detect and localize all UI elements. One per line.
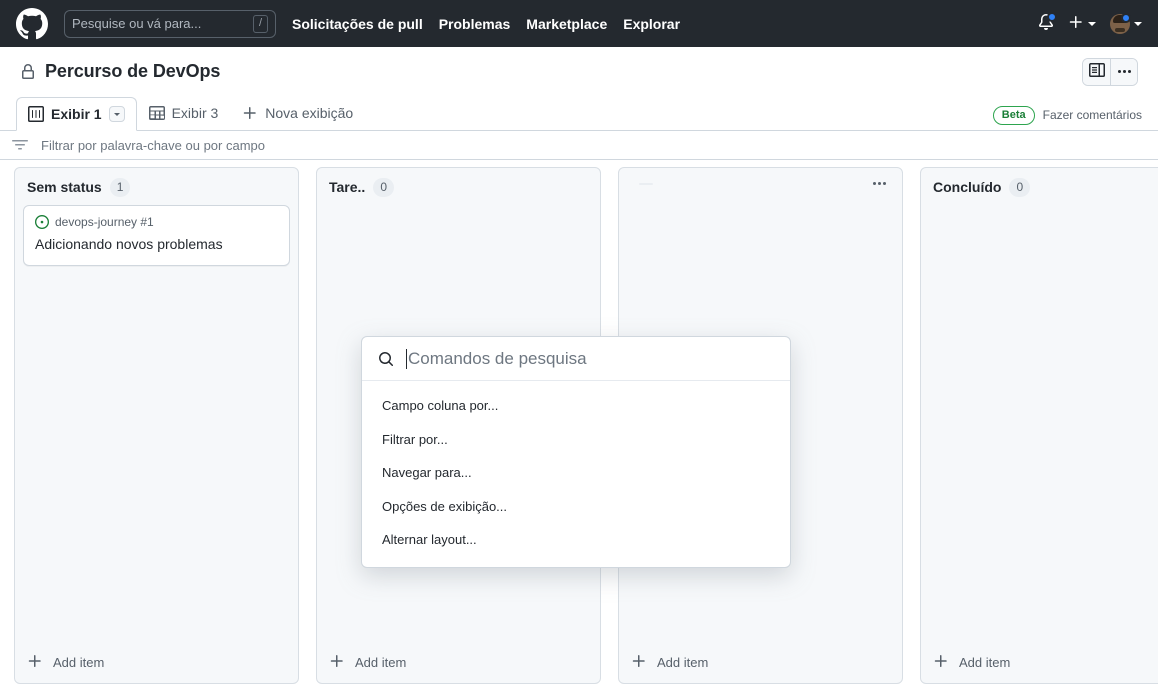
plus-icon bbox=[1068, 14, 1084, 33]
filter-icon[interactable] bbox=[12, 137, 28, 153]
column-header bbox=[619, 168, 902, 197]
tab-label: Exibir 3 bbox=[171, 105, 219, 121]
column-title: Concluído bbox=[933, 179, 1002, 196]
search-shortcut-badge: / bbox=[252, 14, 268, 33]
command-item-opcoes-de-exibicao[interactable]: Opções de exibição... bbox=[362, 490, 790, 524]
plus-icon bbox=[27, 653, 43, 672]
tabbar-right-actions: Beta Fazer comentários bbox=[992, 105, 1142, 130]
column-count: 0 bbox=[1009, 178, 1031, 197]
user-menu-button[interactable] bbox=[1110, 12, 1142, 34]
global-header-actions bbox=[1038, 12, 1142, 34]
new-view-label: Nova exibição bbox=[265, 105, 354, 121]
add-item-label: Add item bbox=[53, 655, 105, 670]
nav-link-explore[interactable]: Explorar bbox=[623, 16, 680, 32]
card-meta: devops-journey #1 bbox=[35, 214, 278, 229]
board-column-concluido: Concluído 0 Add item bbox=[920, 167, 1158, 684]
plus-icon bbox=[242, 105, 258, 121]
add-item-button[interactable]: Add item bbox=[619, 644, 902, 683]
column-title: Tare.. bbox=[329, 179, 366, 196]
plus-icon bbox=[329, 653, 345, 672]
avatar-indicator-dot bbox=[1121, 12, 1131, 23]
command-palette-input[interactable]: Comandos de pesquisa bbox=[406, 348, 774, 369]
column-count: 0 bbox=[373, 178, 394, 197]
plus-icon bbox=[933, 653, 949, 672]
add-item-button[interactable]: Add item bbox=[921, 644, 1158, 683]
command-item-navegar-para[interactable]: Navegar para... bbox=[362, 456, 790, 490]
beta-badge: Beta bbox=[992, 105, 1035, 125]
add-item-label: Add item bbox=[355, 655, 407, 670]
issue-opened-icon bbox=[35, 214, 49, 229]
global-nav-links: Solicitações de pull Problemas Marketpla… bbox=[292, 16, 680, 32]
table-icon bbox=[148, 105, 165, 121]
chevron-down-icon bbox=[1088, 21, 1096, 26]
board-card[interactable]: devops-journey #1 Adicionando novos prob… bbox=[23, 204, 290, 267]
column-count: 1 bbox=[109, 178, 131, 197]
command-item-filtrar-por[interactable]: Filtrar por... bbox=[362, 423, 790, 457]
command-palette-search[interactable]: Comandos de pesquisa bbox=[362, 337, 790, 381]
project-board: Sem status 1 devops-journey #1 Adicionan… bbox=[0, 160, 1158, 692]
global-header: Pesquise ou vá para... / Solicitações de… bbox=[0, 0, 1158, 47]
side-panel-icon bbox=[1088, 62, 1105, 81]
page-title: Percurso de DevOps bbox=[45, 61, 221, 81]
card-title: Adicionando novos problemas bbox=[35, 235, 223, 252]
nav-link-issues[interactable]: Problemas bbox=[439, 16, 511, 32]
column-body: devops-journey #1 Adicionando novos prob… bbox=[15, 204, 298, 644]
column-header: Concluído 0 bbox=[921, 168, 1158, 205]
project-more-menu-button[interactable] bbox=[1110, 58, 1137, 85]
card-repo-reference: devops-journey #1 bbox=[55, 214, 154, 229]
notifications-button[interactable] bbox=[1038, 12, 1057, 33]
project-board-icon bbox=[28, 106, 44, 122]
search-icon bbox=[378, 351, 394, 367]
filter-input[interactable] bbox=[41, 131, 1146, 159]
column-header: Tare.. 0 bbox=[317, 168, 600, 205]
project-header-actions bbox=[1082, 57, 1138, 86]
add-item-button[interactable]: Add item bbox=[15, 644, 298, 683]
column-count bbox=[639, 182, 653, 185]
add-item-label: Add item bbox=[959, 655, 1011, 670]
command-item-alternar-layout[interactable]: Alternar layout... bbox=[362, 523, 790, 557]
tab-dropdown-button[interactable] bbox=[108, 106, 125, 122]
text-cursor bbox=[406, 348, 407, 369]
global-search-input[interactable]: Pesquise ou vá para... / bbox=[64, 9, 276, 38]
filter-bar bbox=[0, 131, 1158, 160]
new-view-button[interactable]: Nova exibição bbox=[230, 96, 365, 130]
command-palette-placeholder: Comandos de pesquisa bbox=[408, 349, 587, 368]
command-palette-list: Campo coluna por... Filtrar por... Naveg… bbox=[362, 381, 790, 567]
add-item-label: Add item bbox=[657, 655, 709, 670]
tab-label: Exibir 1 bbox=[51, 106, 102, 122]
tab-exibir-1[interactable]: Exibir 1 bbox=[16, 97, 137, 131]
github-mark-icon[interactable] bbox=[16, 7, 48, 40]
feedback-link[interactable]: Fazer comentários bbox=[1043, 108, 1142, 122]
tab-exibir-3[interactable]: Exibir 3 bbox=[137, 96, 231, 130]
column-body bbox=[921, 205, 1158, 644]
board-column-sem-status: Sem status 1 devops-journey #1 Adicionan… bbox=[14, 167, 299, 684]
command-palette: Comandos de pesquisa Campo coluna por...… bbox=[361, 336, 791, 568]
command-item-campo-coluna-por[interactable]: Campo coluna por... bbox=[362, 389, 790, 423]
nav-link-pull-requests[interactable]: Solicitações de pull bbox=[292, 16, 423, 32]
add-item-button[interactable]: Add item bbox=[317, 644, 600, 683]
chevron-down-icon bbox=[1134, 21, 1142, 26]
column-header: Sem status 1 bbox=[15, 168, 298, 205]
chevron-down-icon bbox=[113, 112, 120, 116]
create-new-button[interactable] bbox=[1068, 14, 1096, 33]
plus-icon bbox=[631, 653, 647, 672]
notification-indicator-dot bbox=[1047, 12, 1057, 22]
kebab-horizontal-icon bbox=[1117, 70, 1131, 73]
project-header: Percurso de DevOps bbox=[0, 47, 1158, 96]
view-tabbar: Exibir 1 Exibir 3 Nova exibição Beta Faz… bbox=[0, 96, 1158, 131]
toggle-sidebar-button[interactable] bbox=[1083, 58, 1110, 85]
global-search-placeholder: Pesquise ou vá para... bbox=[72, 16, 202, 31]
column-title: Sem status bbox=[27, 179, 102, 196]
nav-link-marketplace[interactable]: Marketplace bbox=[526, 16, 607, 32]
column-menu-button[interactable] bbox=[869, 178, 890, 189]
lock-icon bbox=[20, 63, 36, 80]
